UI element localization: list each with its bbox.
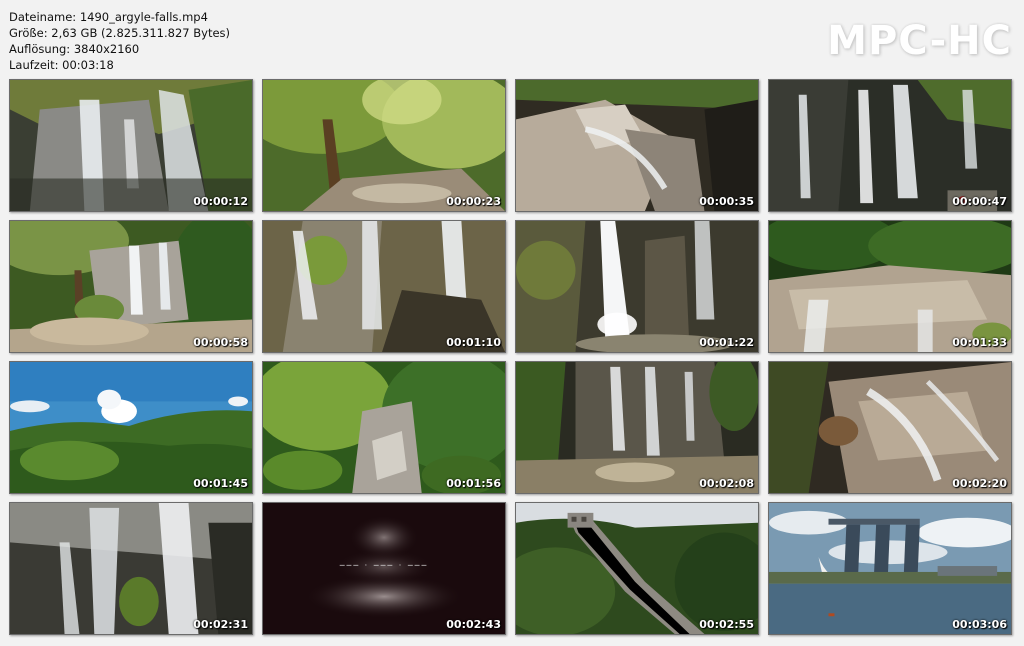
thumbnail-image <box>263 221 505 352</box>
thumbnail[interactable]: ─── · ─── · ─── 00:02:43 <box>262 502 506 635</box>
thumbnail[interactable]: 00:01:10 <box>262 220 506 353</box>
thumbnail-image <box>769 221 1011 352</box>
timestamp-label: 00:00:23 <box>446 195 501 208</box>
thumbnail[interactable]: 00:00:47 <box>768 79 1012 212</box>
timestamp-label: 00:02:20 <box>952 477 1007 490</box>
timestamp-label: 00:01:22 <box>699 336 754 349</box>
video-title-overlay: ─── · ─── · ─── <box>339 561 429 570</box>
thumbnail[interactable]: 00:00:35 <box>515 79 759 212</box>
file-info-panel: Dateiname: 1490_argyle-falls.mp4 Größe: … <box>9 9 230 73</box>
thumbnail-image <box>263 80 505 211</box>
timestamp-label: 00:01:45 <box>193 477 248 490</box>
timestamp-label: 00:01:10 <box>446 336 501 349</box>
thumbnail-grid: 00:00:12 00:00:23 00:00:35 00:00:47 00:0… <box>9 79 1012 635</box>
thumbnail-image <box>10 362 252 493</box>
thumbnail-image <box>516 503 758 634</box>
thumbnail-image <box>516 80 758 211</box>
thumbnail[interactable]: 00:02:31 <box>9 502 253 635</box>
thumbnail[interactable]: 00:02:20 <box>768 361 1012 494</box>
thumbnail[interactable]: 00:02:55 <box>515 502 759 635</box>
timestamp-label: 00:02:55 <box>699 618 754 631</box>
thumbnail[interactable]: 00:01:56 <box>262 361 506 494</box>
resolution-text: Auflösung: 3840x2160 <box>9 42 140 56</box>
thumbnail[interactable]: 00:01:33 <box>768 220 1012 353</box>
timestamp-label: 00:01:56 <box>446 477 501 490</box>
thumbnail-image <box>769 80 1011 211</box>
thumbnail-image <box>516 362 758 493</box>
timestamp-label: 00:00:47 <box>952 195 1007 208</box>
thumbnail-image <box>263 362 505 493</box>
timestamp-label: 00:01:33 <box>952 336 1007 349</box>
timestamp-label: 00:00:35 <box>699 195 754 208</box>
thumbnail[interactable]: 00:00:58 <box>9 220 253 353</box>
thumbnail-image <box>769 362 1011 493</box>
timestamp-label: 00:02:31 <box>193 618 248 631</box>
duration-text: Laufzeit: 00:03:18 <box>9 58 114 72</box>
thumbnail[interactable]: 00:00:12 <box>9 79 253 212</box>
thumbnail-image <box>10 221 252 352</box>
thumbnail-image <box>769 503 1011 634</box>
thumbnail[interactable]: 00:00:23 <box>262 79 506 212</box>
timestamp-label: 00:02:43 <box>446 618 501 631</box>
thumbnail[interactable]: 00:02:08 <box>515 361 759 494</box>
thumbnail-image <box>516 221 758 352</box>
mpc-hc-logo: MPC-HC <box>827 18 1012 64</box>
thumbnail[interactable]: 00:03:06 <box>768 502 1012 635</box>
timestamp-label: 00:02:08 <box>699 477 754 490</box>
timestamp-label: 00:03:06 <box>952 618 1007 631</box>
filename-text: Dateiname: 1490_argyle-falls.mp4 <box>9 10 208 24</box>
timestamp-label: 00:00:12 <box>193 195 248 208</box>
timestamp-label: 00:00:58 <box>193 336 248 349</box>
thumbnail-image <box>10 503 252 634</box>
filesize-text: Größe: 2,63 GB (2.825.311.827 Bytes) <box>9 26 231 40</box>
thumbnail[interactable]: 00:01:22 <box>515 220 759 353</box>
thumbnail-image <box>10 80 252 211</box>
thumbnail[interactable]: 00:01:45 <box>9 361 253 494</box>
